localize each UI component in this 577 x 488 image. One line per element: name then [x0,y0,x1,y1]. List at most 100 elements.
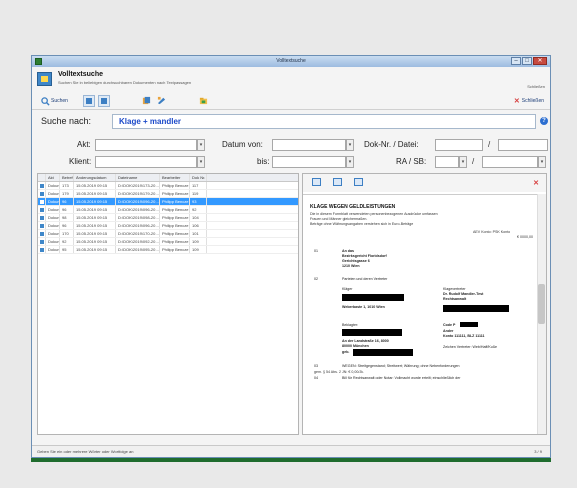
bis-field[interactable] [272,156,346,168]
table-row[interactable]: Dokument17915.05.2019 09:15D:\DOK\2019\1… [38,190,298,198]
layout-horizontal-toggle[interactable] [98,95,110,107]
klient-dropdown-button[interactable]: ▾ [197,156,205,168]
table-row[interactable]: Dokument9615.05.2019 09:15D:\DOK\2019\09… [38,222,298,230]
section-number: 03 [314,364,318,368]
akt-dropdown-button[interactable]: ▾ [197,139,205,151]
layout-vertical-toggle[interactable] [83,95,95,107]
col-header-dok-nr[interactable]: Dok Nr. [190,174,207,181]
table-cell: 15.05.2019 09:15 [74,238,116,245]
search-label: Suche nach: [41,116,92,126]
search-input[interactable]: Klage + mandler [112,114,536,129]
klient-field[interactable] [95,156,197,168]
table-cell: Philipp Bencze [162,214,190,221]
preview-page-icon[interactable] [354,178,363,186]
table-row[interactable]: Dokument9815.05.2019 09:15D:\DOK\2019\09… [38,214,298,222]
close-window-button[interactable]: ✕ [533,57,547,65]
document-icon [40,184,44,188]
magnifier-icon [41,96,50,106]
datum-von-dropdown-button[interactable]: ▾ [346,139,354,151]
preview-scrollbar[interactable] [537,194,546,434]
title-bar[interactable]: Volltextsuche – □ ✕ [32,56,550,67]
mark-icon[interactable] [157,96,166,105]
parties-heading: Parteien und deren Vertreter [342,277,388,281]
table-row[interactable]: Dokument17015.05.2019 09:15D:\DOK\2019\1… [38,230,298,238]
redaction-bar [443,305,509,312]
toolbar-close-button[interactable]: ✕ Schließen [514,96,544,106]
open-document-icon[interactable] [142,96,151,105]
close-preview-icon[interactable]: ✕ [533,179,539,187]
col-header-icon[interactable] [38,174,46,181]
row-document-icon-cell [38,214,46,221]
grid-header-row: Akt Betreff Änderungsdatum Dateiname Bea… [38,174,298,182]
preview-layout-icon[interactable] [312,178,321,186]
status-page-count: 3 / 9 [534,449,542,454]
table-row[interactable]: Dokument9615.05.2019 09:15D:\DOK\2019\09… [38,206,298,214]
akt-label: Akt: [77,140,91,149]
sb-dropdown-button[interactable]: ▾ [538,156,546,168]
doc-fee-line: AEV Konto: PSK Konto [473,230,511,234]
table-cell: Dokument [46,246,60,253]
table-cell: D:\DOK\2019\170-20… [118,230,160,237]
table-cell: Dokument [46,222,60,229]
table-cell: Dokument [46,198,60,205]
col-header-aenderungsdatum[interactable]: Änderungsdatum [74,174,116,181]
help-icon[interactable]: ? [540,117,548,125]
counsel-role: Rechtsanwalt [443,297,467,301]
sb-field[interactable] [482,156,538,168]
table-row[interactable]: Dokument9615.05.2019 09:15D:\DOK\2019\09… [38,198,298,206]
table-cell: 96 [60,206,74,213]
folder-icon[interactable] [199,96,208,105]
col-header-akt[interactable]: Akt [46,174,60,181]
preview-toolbar: ✕ [303,174,546,192]
table-cell: D:\DOK\2019\096-20… [118,206,160,213]
header-close-link[interactable]: Schließen [527,84,545,89]
row-document-icon-cell [38,238,46,245]
bis-dropdown-button[interactable]: ▾ [346,156,354,168]
table-cell: Dokument [46,230,60,237]
table-cell: D:\DOK\2019\098-20… [118,214,160,221]
section-number: 04 [314,376,318,380]
bis-label: bis: [257,157,270,166]
redaction-bar [460,322,478,327]
table-cell: 179 [60,190,74,197]
counsel-code: Code P [443,323,456,327]
table-cell: 15.05.2019 09:15 [74,222,116,229]
table-cell: Dokument [46,182,60,189]
ra-sb-label: RA / SB: [396,157,427,166]
table-cell: 106 [190,222,207,229]
ra-slash: / [472,157,475,166]
counsel-bank: Ander [443,329,454,333]
ra-dropdown-button[interactable]: ▾ [459,156,467,168]
datei-field[interactable] [498,139,548,151]
col-header-bearbeiter[interactable]: Bearbeiter [160,174,190,181]
col-header-dateiname[interactable]: Dateiname [116,174,160,181]
document-icon [40,200,44,204]
datum-von-field[interactable] [272,139,346,151]
section-number: 01 [314,249,318,253]
section03-text: WEGEN: Streitgegenstand; Streitwert; Wäh… [342,364,460,368]
layout-vertical-icon [86,98,92,104]
preview-scroll-thumb[interactable] [538,284,545,324]
col-header-betreff[interactable]: Betreff [60,174,74,181]
table-cell: 15.05.2019 09:15 [74,190,116,197]
table-cell: D:\DOK\2019\173-20… [118,182,160,189]
row-document-icon-cell [38,190,46,197]
counsel-label: Klagevertreter [443,287,466,291]
search-row: Suche nach: Klage + mandler ? [32,112,550,132]
search-button[interactable]: Suchen [41,96,68,106]
akt-field[interactable] [95,139,197,151]
table-row[interactable]: Dokument9515.05.2019 09:15D:\DOK\2019\09… [38,246,298,254]
table-row[interactable]: Dokument9215.05.2019 09:15D:\DOK\2019\09… [38,238,298,246]
table-cell: D:\DOK\2019\095-20… [118,246,160,253]
minimize-button[interactable]: – [511,57,521,65]
doc-title: KLAGE WEGEN GELDLEISTUNGEN [310,204,396,210]
dok-nr-field[interactable] [435,139,483,151]
row-document-icon-cell [38,246,46,253]
table-row[interactable]: Dokument17315.05.2019 09:15D:\DOK\2019\1… [38,182,298,190]
court-line: 1210 Wien [342,264,360,268]
table-cell: Philipp Bencze [162,206,190,213]
preview-split-icon[interactable] [333,178,342,186]
document-icon [40,240,44,244]
ra-field[interactable] [435,156,459,168]
maximize-button[interactable]: □ [522,57,532,65]
